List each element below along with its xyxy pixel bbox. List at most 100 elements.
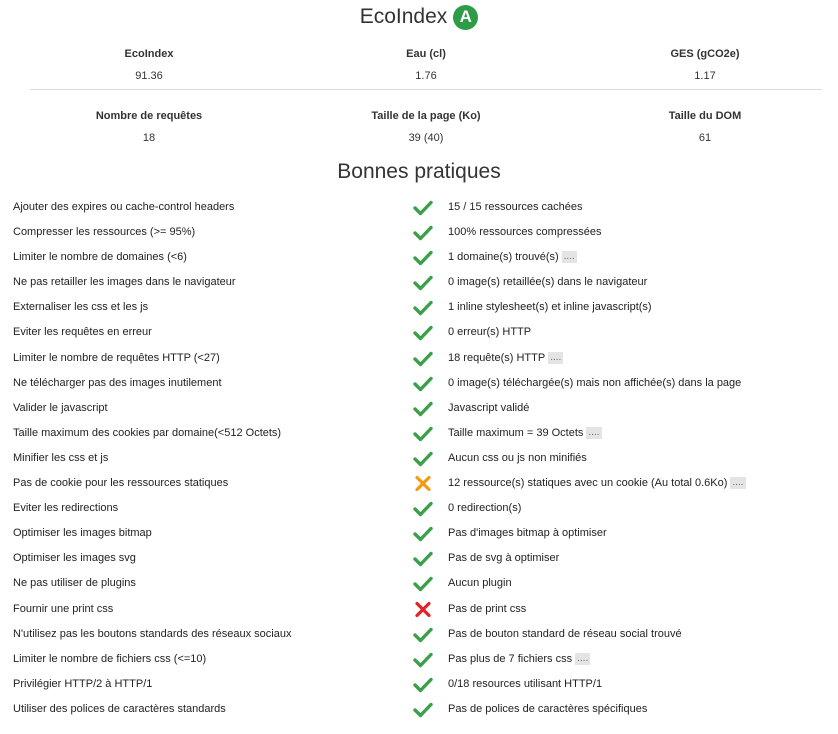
practice-name: Limiter le nombre de requêtes HTTP (<27) bbox=[13, 351, 220, 364]
details-button[interactable]: .... bbox=[730, 477, 746, 490]
practice-result: Pas d'images bitmap à optimiser bbox=[448, 521, 607, 546]
practice-result: Taille maximum = 39 Octets.... bbox=[448, 421, 602, 446]
ecoindex-header: EcoIndex A bbox=[0, 3, 838, 31]
practice-result: 1 inline stylesheet(s) et inline javascr… bbox=[448, 295, 652, 320]
practice-row: Minifier les css et js Aucun css ou js no… bbox=[0, 446, 838, 471]
practice-name: Minifier les css et js bbox=[13, 451, 109, 464]
practice-result: Pas de bouton standard de réseau social … bbox=[448, 622, 682, 647]
best-practices-title: Bonnes pratiques bbox=[337, 160, 501, 183]
practice-result: Javascript validé bbox=[448, 396, 529, 421]
metric-requests: Nombre de requêtes 18 bbox=[29, 108, 269, 146]
metric-label: Taille de la page (Ko) bbox=[371, 110, 481, 122]
check-icon bbox=[413, 224, 433, 241]
practice-result-text: Pas de svg à optimiser bbox=[448, 552, 560, 565]
check-icon bbox=[413, 676, 433, 693]
check-icon bbox=[413, 249, 433, 266]
practice-row: Optimiser les images svg Pas de svg à opt… bbox=[0, 546, 838, 571]
practice-result-text: Aucun css ou js non minifiés bbox=[448, 451, 587, 464]
metric-ecoindex: EcoIndex 91.36 bbox=[29, 46, 269, 84]
check-icon bbox=[413, 450, 433, 467]
practice-name: Privilégier HTTP/2 à HTTP/1 bbox=[13, 677, 153, 690]
check-icon bbox=[413, 626, 433, 643]
practice-row: Limiter le nombre de requêtes HTTP (<27)… bbox=[0, 346, 838, 371]
practice-name: Eviter les redirections bbox=[13, 502, 119, 515]
practice-result: 0 image(s) téléchargée(s) mais non affic… bbox=[448, 371, 741, 396]
practice-result-text: Taille maximum = 39 Octets bbox=[448, 426, 584, 439]
check-icon bbox=[413, 299, 433, 316]
practice-result-text: Javascript validé bbox=[448, 401, 530, 414]
practice-result-text: 0 erreur(s) HTTP bbox=[448, 326, 532, 339]
metric-value: 18 bbox=[142, 132, 156, 144]
practice-result: Aucun css ou js non minifiés bbox=[448, 446, 587, 471]
practice-result-text: 0 image(s) téléchargée(s) mais non affic… bbox=[448, 376, 742, 389]
check-icon bbox=[413, 701, 433, 718]
practice-row: Eviter les requêtes en erreur 0 erreur(s)… bbox=[0, 320, 838, 345]
practice-result-text: Pas de polices de caractères spécifiques bbox=[448, 702, 648, 715]
practice-row: Externaliser les css et les js 1 inline s… bbox=[0, 295, 838, 320]
practice-result-text: Pas plus de 7 fichiers css bbox=[448, 652, 573, 665]
practice-name: Limiter le nombre de fichiers css (<=10) bbox=[13, 652, 207, 665]
practice-name: Pas de cookie pour les ressources statiq… bbox=[13, 477, 229, 490]
practice-row: Privilégier HTTP/2 à HTTP/1 0/18 resource… bbox=[0, 672, 838, 697]
practice-result: 15 / 15 ressources cachées bbox=[448, 195, 583, 220]
practice-result-text: 0 redirection(s) bbox=[448, 502, 522, 515]
practice-name: Externaliser les css et les js bbox=[13, 301, 149, 314]
metric-value: 1.76 bbox=[415, 70, 437, 82]
practice-result: Pas de print css bbox=[448, 597, 526, 622]
practice-name: Ajouter des expires ou cache-control hea… bbox=[13, 201, 235, 213]
practice-row: Ne pas retailler les images dans le navi… bbox=[0, 270, 838, 295]
details-button[interactable]: .... bbox=[575, 652, 591, 665]
check-icon bbox=[413, 400, 433, 417]
metric-label: EcoIndex bbox=[124, 48, 174, 60]
details-button[interactable]: .... bbox=[586, 426, 602, 439]
practice-result: 0 erreur(s) HTTP bbox=[448, 320, 531, 345]
metric-label: Nombre de requêtes bbox=[95, 110, 203, 122]
details-button[interactable]: .... bbox=[548, 351, 564, 364]
error-cross-icon bbox=[413, 601, 433, 618]
practice-name: Optimiser les images svg bbox=[13, 552, 136, 565]
practice-row: Pas de cookie pour les ressources statiq… bbox=[0, 471, 838, 496]
practice-name: Taille maximum des cookies par domaine(<… bbox=[13, 426, 282, 439]
metric-label: Taille du DOM bbox=[668, 110, 742, 122]
metric-value: 61 bbox=[698, 132, 712, 144]
practice-result-text: 18 requête(s) HTTP bbox=[448, 351, 546, 364]
metric-water: Eau (cl) 1.76 bbox=[306, 46, 546, 84]
check-icon bbox=[413, 274, 433, 291]
check-icon bbox=[413, 500, 433, 517]
practice-row: Ajouter des expires ou cache-control hea… bbox=[0, 195, 838, 220]
check-icon bbox=[413, 324, 433, 341]
metric-value: 39 (40) bbox=[408, 132, 444, 144]
practice-result: 1 domaine(s) trouvé(s).... bbox=[448, 245, 577, 270]
practice-name: Utiliser des polices de caractères stand… bbox=[13, 702, 226, 715]
practice-result-text: 100% ressources compressées bbox=[448, 226, 602, 239]
details-button[interactable]: .... bbox=[561, 251, 577, 264]
warning-cross-icon bbox=[413, 475, 433, 492]
metric-value: 91.36 bbox=[135, 70, 163, 82]
practice-row: Valider le javascript Javascript validé bbox=[0, 396, 838, 421]
check-icon bbox=[413, 425, 433, 442]
practice-result: Aucun plugin bbox=[448, 571, 512, 596]
practice-name: Compresser les ressources (>= 95%) bbox=[13, 226, 196, 239]
practice-row: Limiter le nombre de fichiers css (<=10)… bbox=[0, 647, 838, 672]
metric-page-size: Taille de la page (Ko) 39 (40) bbox=[306, 108, 546, 146]
practice-result-text: Pas d'images bitmap à optimiser bbox=[448, 527, 607, 540]
practice-result-text: Aucun plugin bbox=[448, 577, 512, 590]
practice-result-text: 12 ressource(s) statiques avec un cookie… bbox=[448, 477, 728, 490]
practice-result: 0/18 resources utilisant HTTP/1 bbox=[448, 672, 602, 697]
practice-result-text: Pas de bouton standard de réseau social … bbox=[448, 627, 682, 640]
practice-row: Ne pas utiliser de plugins Aucun plugin bbox=[0, 571, 838, 596]
practice-name: Ne pas utiliser de plugins bbox=[13, 577, 136, 590]
metric-dom-size: Taille du DOM 61 bbox=[585, 108, 825, 146]
practice-row: Compresser les ressources (>= 95%) 100% r… bbox=[0, 220, 838, 245]
practice-result: 100% ressources compressées bbox=[448, 220, 601, 245]
grade-badge: A bbox=[453, 4, 479, 30]
page-title: EcoIndex bbox=[359, 5, 448, 28]
check-icon bbox=[413, 350, 433, 367]
practice-result-text: Pas de print css bbox=[448, 602, 527, 615]
practice-result: Pas de polices de caractères spécifiques bbox=[448, 697, 647, 722]
practice-row: Optimiser les images bitmap Pas d'images … bbox=[0, 521, 838, 546]
practice-name: Ne télécharger pas des images inutilemen… bbox=[13, 376, 222, 389]
practice-result: 12 ressource(s) statiques avec un cookie… bbox=[448, 471, 746, 496]
practice-name: Valider le javascript bbox=[13, 401, 108, 414]
practice-row: Fournir une print css Pas de print css bbox=[0, 597, 838, 622]
